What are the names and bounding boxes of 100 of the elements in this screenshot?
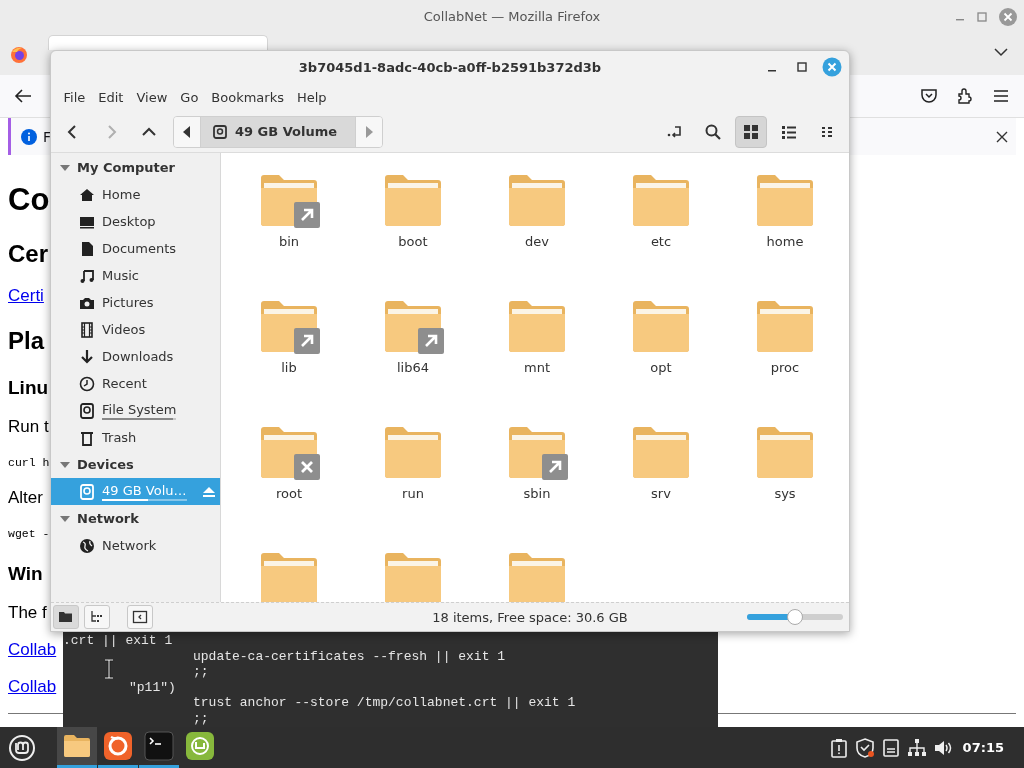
taskbar-button[interactable] [57, 727, 97, 768]
pane-button[interactable] [127, 605, 153, 629]
sidebar-item[interactable]: Home [51, 181, 220, 208]
folder-icon [58, 609, 74, 625]
section-heading: Network [77, 511, 139, 526]
home-icon [79, 186, 95, 203]
location-button[interactable]: 49 GB Volume [200, 116, 357, 147]
section-heading: My Computer [77, 160, 175, 175]
pane-button[interactable] [53, 605, 79, 629]
terminal-line: ;; [193, 710, 209, 726]
file-name: boot [398, 234, 428, 249]
clipboard-icon[interactable] [828, 737, 849, 758]
puzzle-icon[interactable] [956, 87, 974, 105]
sidebar-item[interactable]: Desktop [51, 208, 220, 235]
file-name: bin [278, 234, 300, 249]
clock[interactable]: 07:15 [962, 740, 1004, 755]
right-arrow-icon [365, 125, 374, 138]
file-name: mnt [524, 360, 550, 375]
subsection-heading: Linu [8, 376, 49, 400]
terminal-line: update-ca-certificates --fresh || exit 1 [193, 648, 506, 664]
file-name: dev [525, 234, 549, 249]
tree-icon [89, 609, 105, 625]
terminal-icon [144, 731, 174, 761]
code-line: curl h [8, 455, 50, 471]
terminal-line: .crt || exit 1 [63, 633, 173, 649]
code-line: wget - [8, 526, 50, 542]
close-icon[interactable] [996, 130, 1008, 143]
left-arrow-icon [183, 125, 191, 138]
network-icon[interactable] [906, 737, 927, 758]
eject-icon[interactable] [201, 485, 216, 498]
back-arrow-icon[interactable] [14, 88, 32, 104]
info-icon [21, 128, 37, 145]
menu-logo-icon[interactable] [8, 733, 36, 762]
paragraph: The f [8, 602, 47, 624]
maximize-icon[interactable] [796, 61, 808, 73]
section-heading: Cer [8, 239, 49, 269]
paragraph: Alter [8, 487, 43, 509]
link[interactable]: Collab [8, 639, 57, 661]
file-name: opt [650, 360, 672, 375]
menu-item[interactable]: Edit [91, 86, 130, 108]
trash-icon [79, 429, 95, 446]
drive-icon [79, 483, 95, 500]
sidebar-item[interactable]: File System [51, 397, 220, 424]
terminal-line: ;; [193, 664, 209, 680]
download-arrow-icon [79, 348, 95, 365]
file-name: home [766, 234, 804, 249]
view-button[interactable] [735, 115, 767, 148]
terminal-line: "p11") [129, 679, 176, 695]
sidebar-item[interactable]: Pictures [51, 289, 220, 316]
pane-button[interactable] [84, 605, 110, 629]
page-heading: Co [8, 181, 50, 219]
section-heading: Devices [77, 457, 134, 472]
music-note-icon [79, 267, 95, 284]
drive-icon [79, 402, 95, 419]
browser-logo-icon[interactable] [10, 46, 28, 64]
menu-item[interactable]: View [129, 86, 174, 108]
sidebar-item[interactable]: Trash [51, 424, 220, 451]
file-name: proc [770, 360, 800, 375]
slider-thumb[interactable] [787, 609, 803, 625]
menu-item[interactable]: Go [173, 86, 205, 108]
grid-icon [742, 122, 760, 141]
pocket-icon[interactable] [920, 87, 938, 105]
terminal-line: trust anchor --store /tmp/collabnet.crt || exit 1 [193, 695, 576, 711]
clock-icon [79, 375, 95, 392]
menu-icon[interactable] [992, 87, 1010, 105]
window-title: CollabNet — Mozilla Firefox [423, 9, 601, 24]
note-icon[interactable] [880, 737, 901, 758]
file-name: lib [281, 360, 297, 375]
menu-item[interactable]: Bookmarks [204, 86, 291, 108]
file-name: sys [774, 486, 796, 501]
file-name: root [275, 486, 303, 501]
sidebar-item[interactable]: Downloads [51, 343, 220, 370]
text-cursor-icon [103, 659, 115, 679]
link[interactable]: Collab [8, 676, 57, 698]
search-icon [704, 122, 722, 141]
file-name: run [402, 486, 424, 501]
link[interactable]: Certi [8, 285, 44, 307]
menu-item[interactable]: Help [290, 86, 334, 108]
sidebar-toggle-icon [132, 609, 148, 625]
notification-text: F [43, 128, 52, 145]
subsection-heading: Win [8, 562, 43, 586]
path-left-button[interactable] [174, 116, 200, 147]
section-heading: Pla [8, 326, 45, 356]
film-icon [79, 321, 95, 338]
sidebar-item[interactable]: Videos [51, 316, 220, 343]
menu-item[interactable]: File [57, 86, 92, 108]
window-title: 3b7045d1-8adc-40cb-a0ff-b2591b372d3b [298, 59, 602, 75]
file-name: srv [651, 486, 671, 501]
file-name: sbin [523, 486, 551, 501]
file-name: etc [650, 234, 672, 249]
sidebar-item[interactable]: Documents [51, 235, 220, 262]
file-name: lib64 [397, 360, 429, 375]
browser-icon [103, 731, 133, 761]
path-right-button[interactable] [356, 116, 383, 147]
status-text: 18 items, Free space: 30.6 GB [431, 609, 629, 625]
chevron-down-icon[interactable] [994, 47, 1008, 57]
sidebar-item[interactable]: Recent [51, 370, 220, 397]
paragraph: Run t [8, 416, 49, 438]
sidebar-item[interactable]: Music [51, 262, 220, 289]
sidebar-item[interactable]: Network [51, 532, 220, 559]
